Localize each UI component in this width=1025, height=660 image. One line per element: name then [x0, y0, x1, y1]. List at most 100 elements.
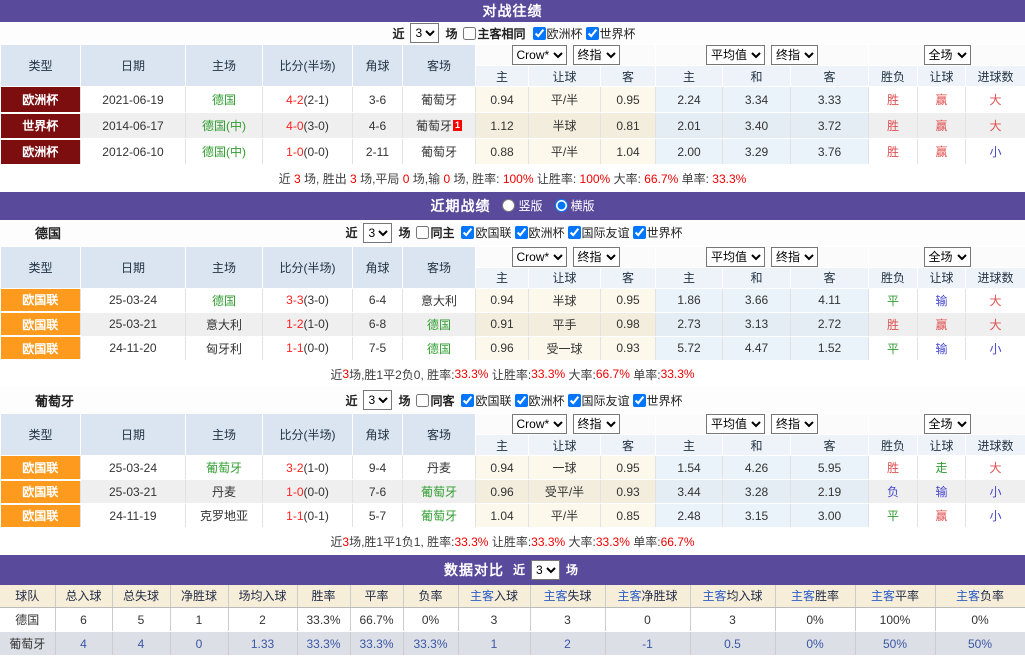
team1-row-0: 欧国联25-03-24葡萄牙3-2(1-0)9-4丹麦0.94一球0.951.5… — [1, 456, 1025, 480]
compare-value-cell-3: 2 — [228, 608, 297, 632]
team1-filter-option-2[interactable]: 欧洲杯 — [515, 392, 565, 409]
team1-summary-part-6: 大率: — [565, 533, 596, 550]
avg-odds-cell-2: 3.00 — [791, 504, 869, 528]
team0-col-header-3: 比分(半场) — [263, 246, 353, 288]
team0-sub-header-8: 进球数 — [966, 267, 1025, 288]
team0-scope-select[interactable]: 全场 — [924, 247, 971, 267]
team0-near-games-select[interactable]: 3 — [363, 223, 392, 243]
team0-filter-option-0[interactable]: 同主 — [416, 224, 458, 241]
team1-checkbox-0[interactable] — [416, 394, 429, 407]
compare-header-prefix-13: 主客 — [871, 589, 895, 603]
team1-avg-source-select[interactable]: 平均值 — [706, 414, 765, 434]
compare-header-prefix-14: 主客 — [956, 589, 980, 603]
odds-cell-1: 平手 — [529, 312, 601, 336]
layout-radio-input-1[interactable] — [555, 199, 568, 212]
team0-filter-option-1[interactable]: 欧国联 — [461, 224, 511, 241]
avg-odds-cell-0: 2.24 — [656, 87, 723, 113]
team1-odds-source-select[interactable]: Crow* — [512, 414, 567, 434]
home-team-cell: 德国 — [186, 288, 263, 312]
h2h-title-bar: 对战往绩 — [0, 0, 1025, 22]
team1-filter-option-0[interactable]: 同客 — [416, 392, 458, 409]
team0-avg-final-select[interactable]: 终指 — [771, 247, 818, 267]
h2h-avg-final-select[interactable]: 终指 — [771, 45, 818, 65]
odds-cell-0: 0.94 — [476, 288, 529, 312]
score-fulltime: 3-2 — [286, 461, 303, 475]
team-germany-name: 德国 — [35, 223, 61, 242]
team1-sub-header-0: 主 — [476, 435, 529, 456]
team0-checkbox-label-4: 世界杯 — [647, 224, 683, 241]
h2h-row-2: 欧洲杯2012-06-10德国(中)1-0(0-0)2-11葡萄牙0.88平/半… — [1, 139, 1025, 165]
compare-header-rest-12: 胜率 — [815, 589, 839, 603]
team0-checkbox-2[interactable] — [515, 226, 528, 239]
team1-checkbox-1[interactable] — [461, 394, 474, 407]
team0-odds-final-select[interactable]: 终指 — [573, 247, 620, 267]
team1-odds-final-select[interactable]: 终指 — [573, 414, 620, 434]
h2h-near-label: 近 — [392, 25, 404, 42]
team0-filter-option-4[interactable]: 世界杯 — [633, 224, 683, 241]
date-cell: 25-03-21 — [81, 312, 186, 336]
h2h-summary-part-4: 场,平局 — [357, 170, 403, 187]
score-fulltime: 3-3 — [286, 293, 303, 307]
team0-avg-source-select[interactable]: 平均值 — [706, 247, 765, 267]
score-halftime: (0-0) — [304, 145, 329, 159]
h2h-checkbox-0[interactable] — [463, 27, 476, 40]
team1-filter-option-3[interactable]: 国际友谊 — [568, 392, 630, 409]
h2h-filter-option-2[interactable]: 世界杯 — [586, 25, 636, 42]
team0-checkbox-1[interactable] — [461, 226, 474, 239]
h2h-filter-row: 近3场主客相同 欧洲杯世界杯 — [0, 22, 1025, 44]
score-halftime: (3-0) — [304, 119, 329, 133]
score-halftime: (0-0) — [304, 341, 329, 355]
team1-avg-group-header: 平均值终指 — [656, 414, 869, 435]
team0-odds-source-select[interactable]: Crow* — [512, 247, 567, 267]
h2h-col-header-2: 主场 — [186, 45, 263, 87]
red-card-badge: 1 — [453, 120, 462, 131]
compare-col-header-5: 胜率 — [297, 585, 350, 608]
team0-checkbox-0[interactable] — [416, 226, 429, 239]
result-cell-0: 平 — [869, 504, 918, 528]
odds-cell-0: 0.91 — [476, 312, 529, 336]
competition-cell: 欧国联 — [1, 288, 81, 312]
h2h-checkbox-1[interactable] — [533, 27, 546, 40]
team0-filter-option-3[interactable]: 国际友谊 — [568, 224, 630, 241]
h2h-sub-header-0: 主 — [476, 66, 529, 87]
h2h-filter-option-1[interactable]: 欧洲杯 — [533, 25, 583, 42]
h2h-summary-part-15: 33.3% — [712, 172, 746, 186]
layout-radio-1[interactable]: 横版 — [555, 197, 595, 214]
compare-near-games-select[interactable]: 3 — [531, 560, 560, 580]
h2h-checkbox-label-1: 欧洲杯 — [547, 25, 583, 42]
compare-value-cell-13: 0% — [935, 608, 1025, 632]
avg-odds-cell-1: 3.66 — [723, 288, 791, 312]
compare-table: 球队总入球总失球净胜球场均入球胜率平率负率主客入球主客失球主客净胜球主客均入球主… — [0, 585, 1025, 657]
layout-radio-input-0[interactable] — [502, 199, 515, 212]
h2h-checkbox-2[interactable] — [586, 27, 599, 40]
layout-radio-0[interactable]: 竖版 — [502, 197, 542, 214]
compare-team-cell: 德国 — [0, 608, 55, 632]
h2h-avg-source-select[interactable]: 平均值 — [706, 45, 765, 65]
odds-cell-1: 平/半 — [529, 139, 601, 165]
team1-games-label: 场 — [398, 392, 410, 409]
team1-avg-final-select[interactable]: 终指 — [771, 414, 818, 434]
team1-near-games-select[interactable]: 3 — [363, 390, 392, 410]
layout-radio-label-0: 竖版 — [518, 197, 542, 214]
compare-value-cell-12: 50% — [855, 632, 935, 656]
h2h-games-label: 场 — [445, 25, 457, 42]
h2h-filter-option-0[interactable]: 主客相同 — [463, 25, 529, 42]
team1-checkbox-2[interactable] — [515, 394, 528, 407]
result-cell-1: 赢 — [918, 139, 966, 165]
team1-sub-header-8: 进球数 — [966, 435, 1025, 456]
team1-checkbox-3[interactable] — [568, 394, 581, 407]
h2h-scope-select[interactable]: 全场 — [924, 45, 971, 65]
h2h-near-games-select[interactable]: 3 — [410, 23, 439, 43]
team1-checkbox-4[interactable] — [633, 394, 646, 407]
team1-filter-option-1[interactable]: 欧国联 — [461, 392, 511, 409]
compare-value-cell-2: 0 — [170, 632, 228, 656]
team0-checkbox-3[interactable] — [568, 226, 581, 239]
team0-row-1: 欧国联25-03-21意大利1-2(1-0)6-8德国0.91平手0.982.7… — [1, 312, 1025, 336]
h2h-odds-source-select[interactable]: Crow* — [512, 45, 567, 65]
team1-scope-select[interactable]: 全场 — [924, 414, 971, 434]
team0-filter-option-2[interactable]: 欧洲杯 — [515, 224, 565, 241]
h2h-summary-part-9: 100% — [503, 172, 534, 186]
team1-filter-option-4[interactable]: 世界杯 — [633, 392, 683, 409]
h2h-odds-final-select[interactable]: 终指 — [573, 45, 620, 65]
team0-checkbox-4[interactable] — [633, 226, 646, 239]
